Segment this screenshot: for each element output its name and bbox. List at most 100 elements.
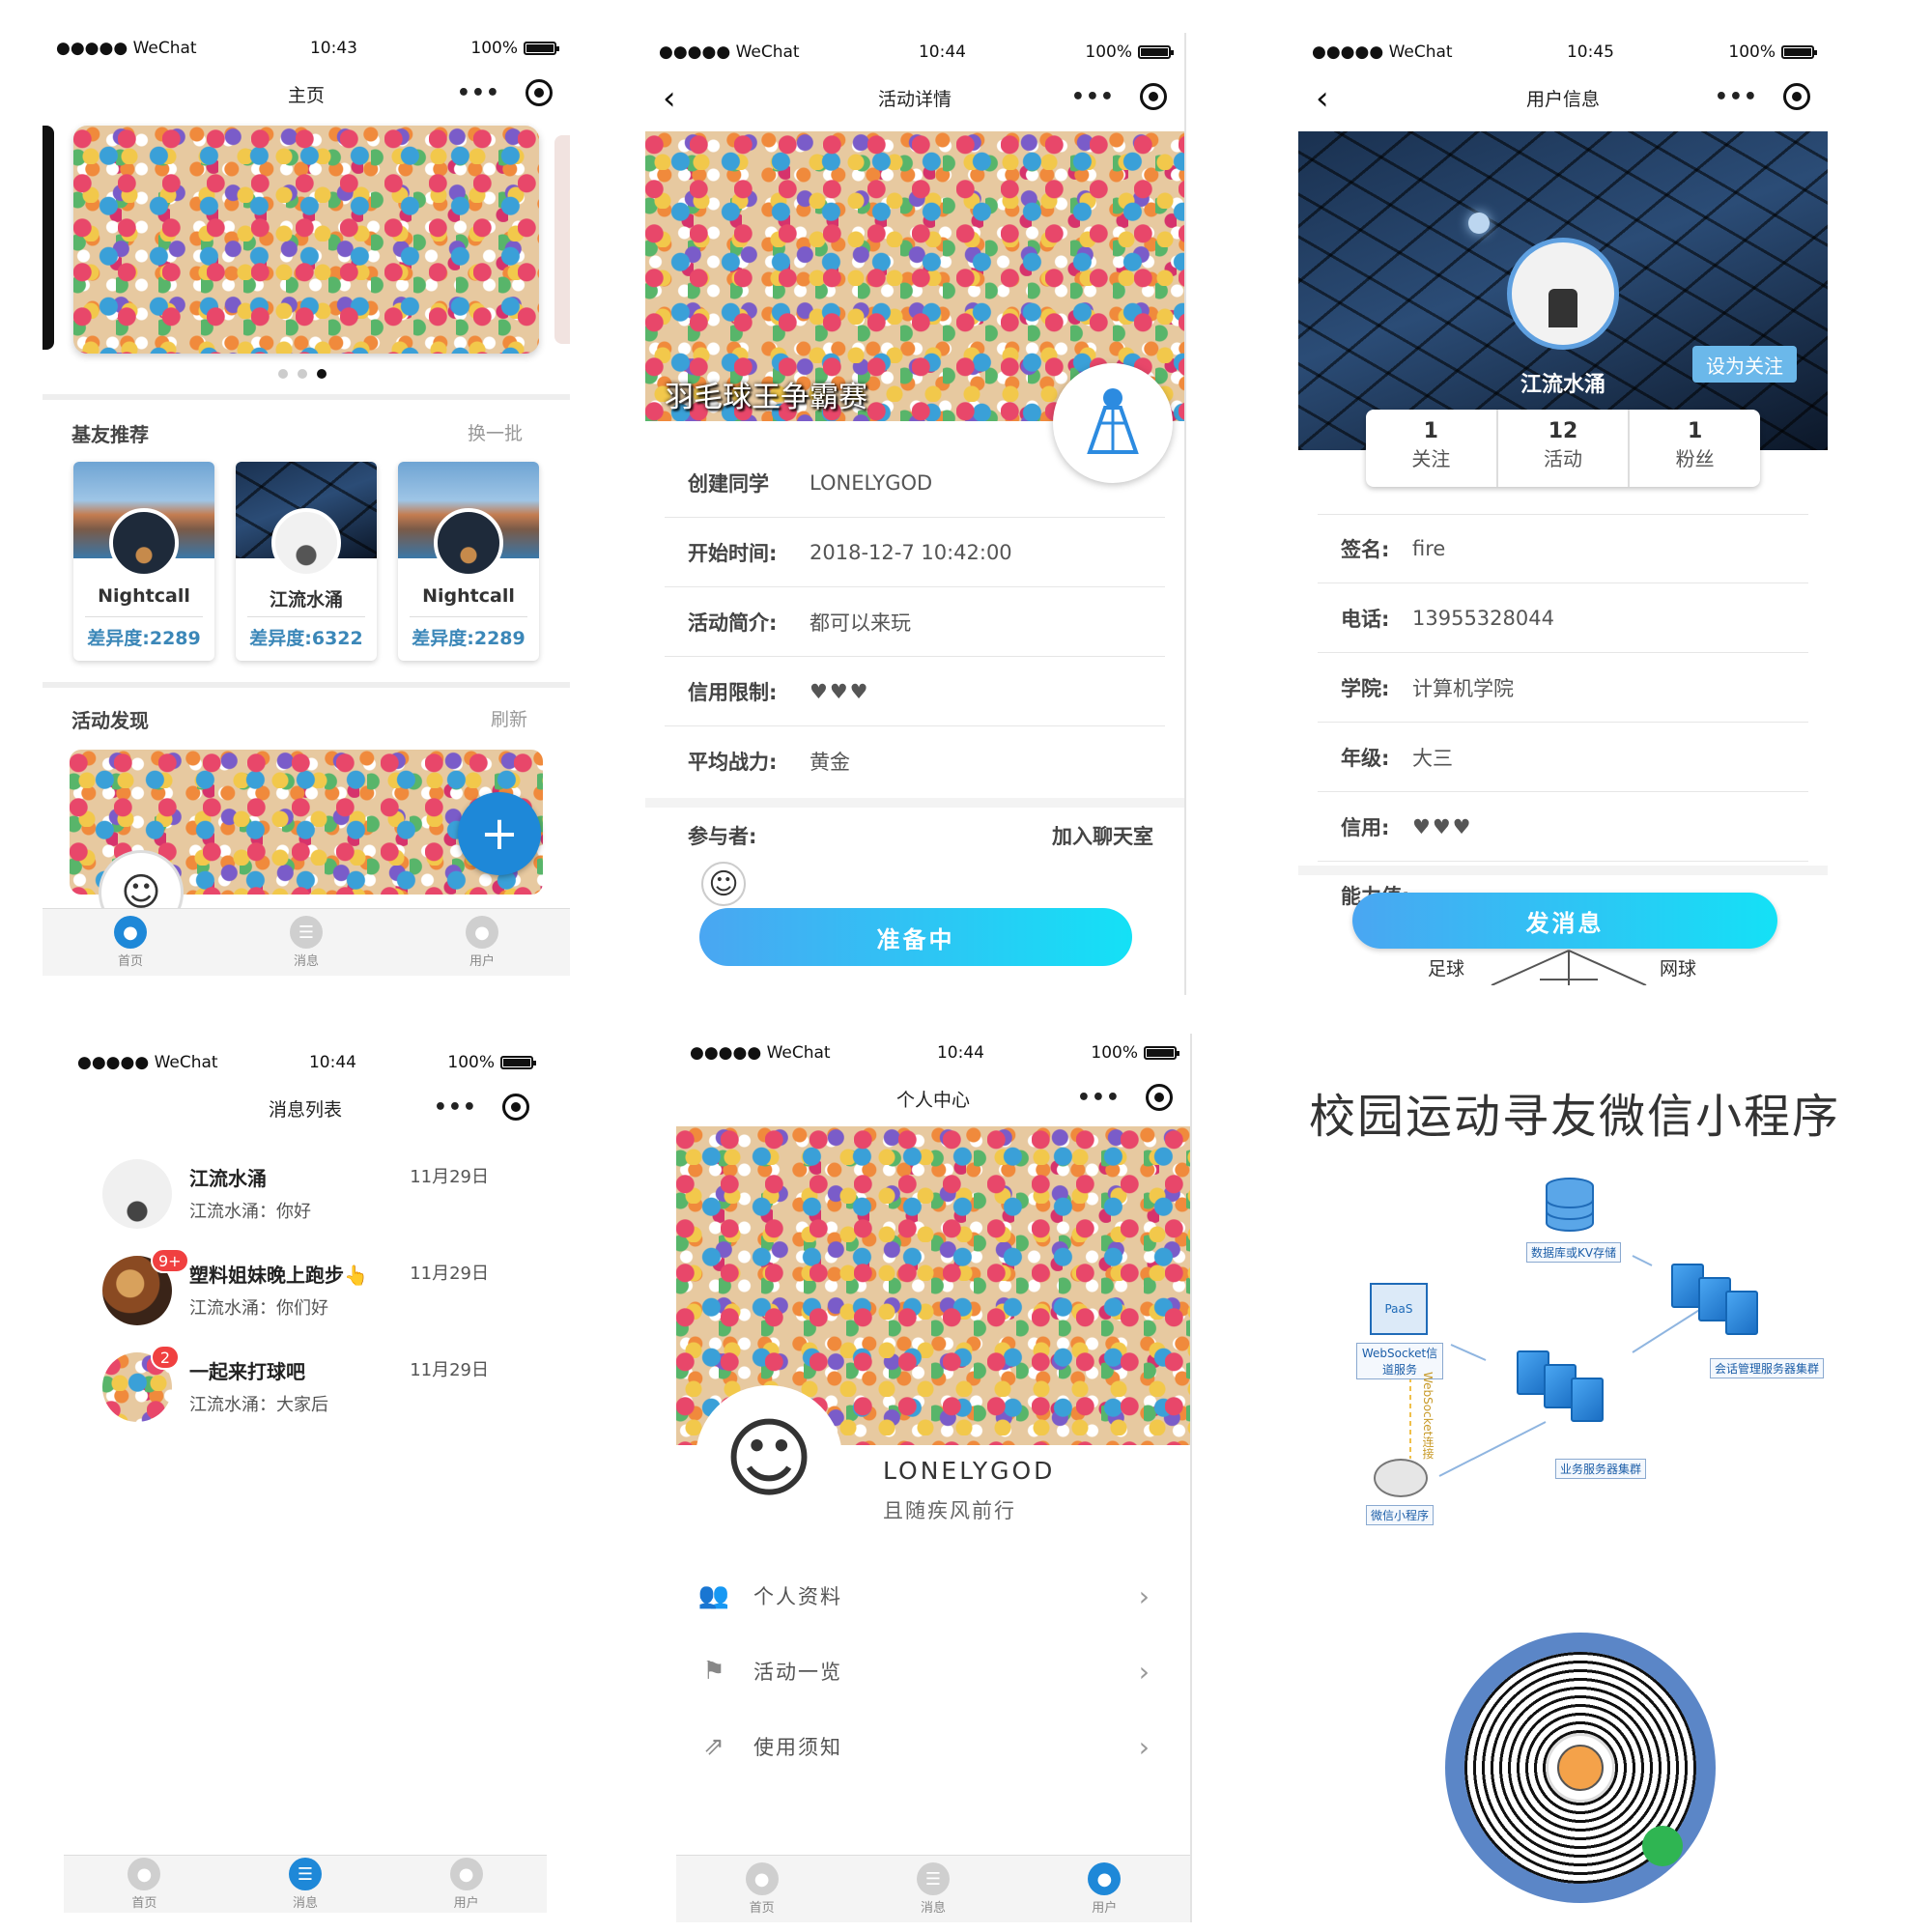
- back-icon[interactable]: ‹: [1316, 79, 1329, 118]
- tab-label: 首页: [749, 1901, 775, 1916]
- database-icon: [1546, 1178, 1594, 1232]
- user-icon: ●: [466, 916, 498, 949]
- info-row: 年级: 大三: [1318, 723, 1808, 792]
- participant-avatar[interactable]: ☺: [701, 862, 746, 906]
- page-title: 消息列表: [268, 1098, 342, 1121]
- paas-box: PaaS: [1370, 1283, 1428, 1335]
- info-row: 学院: 计算机学院: [1318, 653, 1808, 723]
- home-icon: ●: [128, 1858, 161, 1890]
- more-icon[interactable]: •••: [1071, 85, 1115, 109]
- conversation-item[interactable]: 9+ 塑料姐妹晚上跑步👆 江流水涌：你们好 11月29日: [102, 1248, 527, 1343]
- message-list-screen: ●●●●● WeChat 10:44 100% 消息列表 ••• 江流水涌 江流…: [64, 1043, 547, 1913]
- tab-messages[interactable]: ☰ 消息: [288, 1858, 322, 1911]
- tab-home[interactable]: ● 首页: [128, 1858, 161, 1911]
- qr-pattern: [1464, 1652, 1696, 1884]
- conversation-last-message: 江流水涌：你们好: [189, 1298, 328, 1319]
- stat-followers[interactable]: 1 粉丝: [1630, 410, 1760, 487]
- close-target-icon[interactable]: [1146, 1084, 1173, 1111]
- menu-profile[interactable]: 👥 个人资料 ›: [696, 1567, 1151, 1625]
- tab-label: 消息: [292, 1896, 318, 1911]
- clock: 10:45: [1566, 43, 1614, 62]
- capsule-menu[interactable]: •••: [1715, 83, 1810, 110]
- plus-icon: +: [479, 807, 520, 861]
- carrier: ●●●●● WeChat: [659, 43, 800, 62]
- friend-card[interactable]: Nightcall 差异度:2289: [398, 462, 539, 661]
- status-bar: ●●●●● WeChat 10:44 100%: [676, 1034, 1190, 1072]
- refresh-friends-link[interactable]: 换一批: [468, 419, 523, 445]
- divider: [247, 616, 365, 617]
- tab-label: 用户: [469, 954, 495, 969]
- mini-program-qr-code[interactable]: [1445, 1633, 1716, 1903]
- dot[interactable]: [298, 369, 307, 379]
- home-icon: ●: [745, 1862, 779, 1895]
- battery-indicator: 100%: [1085, 43, 1174, 62]
- conversation-time: 11月29日: [410, 1264, 489, 1284]
- conversation-name: 一起来打球吧: [189, 1360, 305, 1383]
- close-target-icon[interactable]: [1140, 83, 1167, 110]
- more-icon[interactable]: •••: [457, 81, 500, 105]
- message-icon: ☰: [290, 916, 323, 949]
- tab-user[interactable]: ● 用户: [1088, 1862, 1122, 1916]
- carrier: ●●●●● WeChat: [1312, 43, 1453, 62]
- conversation-avatar: [102, 1159, 172, 1229]
- tab-user[interactable]: ● 用户: [466, 916, 498, 969]
- capsule-menu[interactable]: •••: [457, 79, 553, 106]
- tab-home[interactable]: ● 首页: [745, 1862, 779, 1916]
- close-target-icon[interactable]: [502, 1094, 529, 1121]
- tab-messages[interactable]: ☰ 消息: [290, 916, 323, 969]
- carousel-prev-edge: [43, 126, 54, 350]
- divider: [1298, 866, 1828, 875]
- send-message-button[interactable]: 发消息: [1352, 893, 1777, 949]
- join-chat-link[interactable]: 加入聊天室: [1052, 821, 1153, 850]
- friend-card[interactable]: 江流水涌 差异度:6322: [236, 462, 377, 661]
- server-icon: [1725, 1291, 1758, 1335]
- page-title: 活动详情: [877, 88, 952, 110]
- home-icon: ●: [114, 916, 147, 949]
- menu-label: 使用须知: [753, 1736, 842, 1759]
- menu-notice[interactable]: ⇗ 使用须知 ›: [696, 1718, 1151, 1776]
- user-motto: 且随疾风前行: [883, 1499, 1016, 1522]
- more-icon[interactable]: •••: [1077, 1086, 1121, 1110]
- connection-label: WebSocket连接: [1421, 1372, 1435, 1460]
- page-title: 用户信息: [1525, 88, 1600, 110]
- close-target-icon[interactable]: [1783, 83, 1810, 110]
- tab-messages[interactable]: ☰ 消息: [916, 1862, 950, 1916]
- unread-badge: 9+: [151, 1248, 189, 1273]
- more-icon[interactable]: •••: [1715, 85, 1758, 109]
- friend-card[interactable]: Nightcall 差异度:2289: [73, 462, 214, 661]
- stat-activities[interactable]: 12 活动: [1498, 410, 1631, 487]
- user-avatar[interactable]: [1507, 238, 1619, 350]
- more-icon[interactable]: •••: [434, 1095, 477, 1120]
- follow-button[interactable]: 设为关注: [1692, 346, 1797, 383]
- user-avatar[interactable]: ☺: [696, 1385, 842, 1532]
- back-icon[interactable]: ‹: [663, 79, 676, 118]
- capsule-menu[interactable]: •••: [1071, 83, 1167, 110]
- menu-activities[interactable]: ⚑ 活动一览 ›: [696, 1642, 1151, 1700]
- nav-bar: 消息列表 •••: [64, 1084, 547, 1132]
- ready-button[interactable]: 准备中: [699, 908, 1132, 966]
- dot[interactable]: [278, 369, 288, 379]
- divider: [410, 616, 527, 617]
- dot-active[interactable]: [317, 369, 327, 379]
- capsule-menu[interactable]: •••: [1077, 1084, 1173, 1111]
- refresh-activities-link[interactable]: 刷新: [491, 705, 527, 731]
- business-label: 业务服务器集群: [1555, 1459, 1647, 1479]
- tab-home[interactable]: ● 首页: [114, 916, 147, 969]
- friend-name: 江流水涌: [269, 589, 343, 611]
- tab-label: 用户: [1092, 1901, 1118, 1916]
- miniapp-label: 微信小程序: [1366, 1505, 1435, 1525]
- conversation-time: 11月29日: [410, 1167, 489, 1187]
- battery-indicator: 100%: [470, 39, 559, 58]
- close-target-icon[interactable]: [526, 79, 553, 106]
- tab-label: 首页: [117, 954, 143, 969]
- ball-icon: [1557, 1745, 1604, 1791]
- capsule-menu[interactable]: •••: [434, 1094, 529, 1121]
- banner-carousel[interactable]: [73, 126, 539, 354]
- tab-label: 用户: [453, 1896, 479, 1911]
- add-activity-button[interactable]: +: [458, 792, 541, 875]
- tab-user[interactable]: ● 用户: [449, 1858, 483, 1911]
- stat-following[interactable]: 1 关注: [1366, 410, 1498, 487]
- conversation-item[interactable]: 2 一起来打球吧 江流水涌：大家后 11月29日: [102, 1345, 527, 1439]
- conversation-item[interactable]: 江流水涌 江流水涌：你好 11月29日: [102, 1159, 527, 1246]
- battery-indicator: 100%: [1728, 43, 1817, 62]
